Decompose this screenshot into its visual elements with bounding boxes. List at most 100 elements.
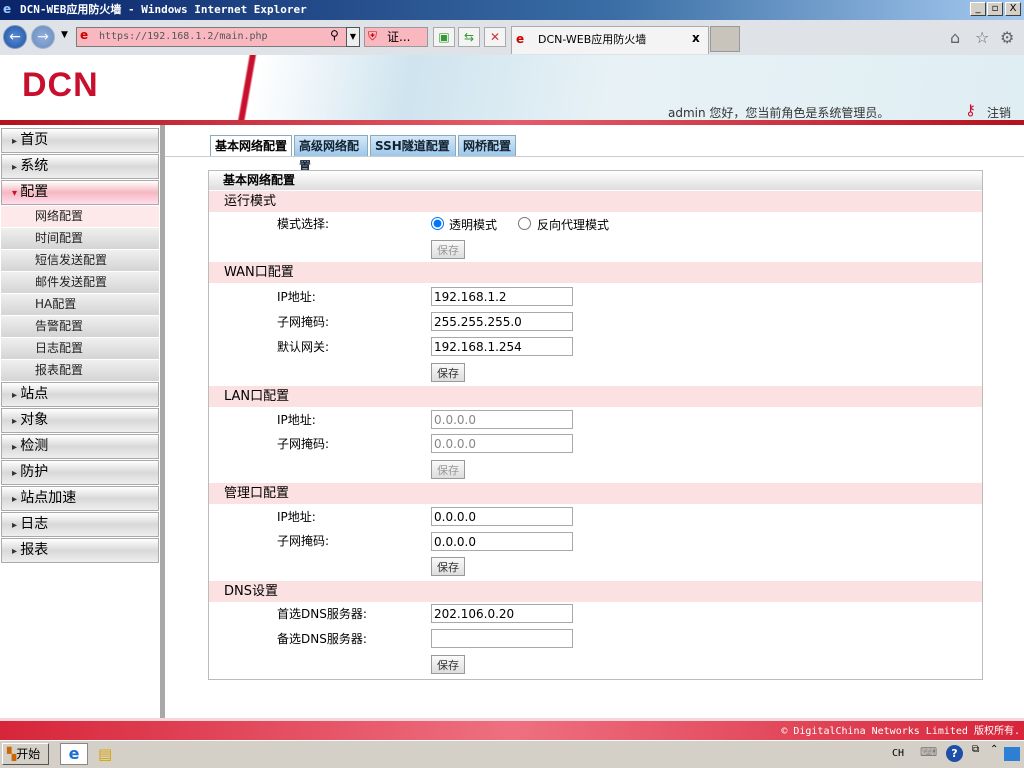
sidebar-item-label: 站点加速 bbox=[20, 490, 77, 506]
radio-transparent[interactable] bbox=[431, 217, 444, 230]
caret-right-icon: ▸ bbox=[12, 162, 21, 173]
address-bar[interactable]: https://192.168.1.2/main.php bbox=[76, 27, 360, 47]
mgmt-mask-input[interactable] bbox=[431, 532, 573, 551]
sidebar-item-bottom-4[interactable]: ▸ 站点加速 bbox=[1, 486, 159, 511]
mgmt-save-button[interactable]: 保存 bbox=[431, 557, 465, 576]
key-icon[interactable]: ⚷ bbox=[965, 101, 976, 119]
sidebar-item-bottom-2[interactable]: ▸ 检测 bbox=[1, 434, 159, 459]
tray-expand-icon[interactable]: ⌃ bbox=[990, 744, 998, 755]
keyboard-icon[interactable]: ⌨ bbox=[920, 745, 937, 759]
caret-right-icon: ▸ bbox=[12, 546, 21, 557]
sidebar-item-label: 站点 bbox=[20, 386, 49, 402]
mgmt-mask-label: 子网掩码: bbox=[277, 534, 330, 548]
caret-right-icon: ▸ bbox=[12, 416, 21, 427]
sidebar-subitem-6[interactable]: 日志配置 bbox=[1, 338, 159, 359]
sidebar-item-bottom-3[interactable]: ▸ 防护 bbox=[1, 460, 159, 485]
wan-save-button[interactable]: 保存 bbox=[431, 363, 465, 382]
sidebar-item-label: 日志 bbox=[20, 516, 49, 532]
new-tab-button[interactable] bbox=[710, 26, 740, 52]
mode-label: 模式选择: bbox=[277, 217, 330, 231]
stop-icon[interactable]: ✕ bbox=[484, 27, 506, 47]
greeting-text: admin 您好，您当前角色是系统管理员。 bbox=[668, 106, 890, 120]
tab-divider bbox=[165, 156, 1024, 157]
dns1-label: 首选DNS服务器: bbox=[277, 607, 367, 621]
lan-ip-input[interactable] bbox=[431, 410, 573, 429]
explorer-folder-icon[interactable]: ▤ bbox=[98, 745, 112, 763]
panel-title: 基本网络配置 bbox=[209, 171, 982, 190]
start-button[interactable]: ▚开始 bbox=[2, 743, 49, 765]
forward-button[interactable]: → bbox=[31, 25, 55, 49]
sidebar-item-bottom-6[interactable]: ▸ 报表 bbox=[1, 538, 159, 563]
header-swoosh bbox=[232, 55, 262, 121]
minimize-button[interactable]: _ bbox=[970, 2, 986, 16]
dns-save-button[interactable]: 保存 bbox=[431, 655, 465, 674]
wan-gateway-input[interactable] bbox=[431, 337, 573, 356]
mgmt-ip-label: IP地址: bbox=[277, 510, 316, 524]
mgmt-ip-input[interactable] bbox=[431, 507, 573, 526]
sidebar-subitem-3[interactable]: 邮件发送配置 bbox=[1, 272, 159, 293]
footer: © DigitalChina Networks Limited 版权所有. bbox=[0, 718, 1024, 740]
sidebar-item-bottom-5[interactable]: ▸ 日志 bbox=[1, 512, 159, 537]
radio-transparent-label: 透明模式 bbox=[449, 218, 498, 232]
tab-0[interactable]: 基本网络配置 bbox=[210, 135, 292, 157]
home-icon[interactable]: ⌂ bbox=[950, 28, 960, 47]
lan-save-button[interactable]: 保存 bbox=[431, 460, 465, 479]
section-mode: 运行模式 bbox=[209, 191, 982, 212]
tab-3[interactable]: 网桥配置 bbox=[458, 135, 516, 157]
sidebar-subitem-4[interactable]: HA配置 bbox=[1, 294, 159, 315]
sidebar-item-bottom-0[interactable]: ▸ 站点 bbox=[1, 382, 159, 407]
caret-right-icon: ▸ bbox=[12, 494, 21, 505]
sidebar-item-bottom-1[interactable]: ▸ 对象 bbox=[1, 408, 159, 433]
favorites-star-icon[interactable]: ☆ bbox=[975, 28, 989, 47]
gear-icon[interactable]: ⚙ bbox=[1000, 28, 1014, 47]
logout-link[interactable]: 注销 bbox=[987, 104, 1011, 121]
browser-tab[interactable]: DCN-WEB应用防火墙 bbox=[511, 26, 709, 54]
dns1-input[interactable] bbox=[431, 604, 573, 623]
desktop-icon[interactable] bbox=[1004, 747, 1020, 761]
wan-mask-input[interactable] bbox=[431, 312, 573, 331]
sidebar-item-top-0[interactable]: ▸ 首页 bbox=[1, 128, 159, 153]
sidebar-item-label: 首页 bbox=[20, 132, 49, 148]
dns2-input[interactable] bbox=[431, 629, 573, 648]
ie-taskbar-icon[interactable]: e bbox=[60, 743, 88, 765]
tab-1[interactable]: 高级网络配置 bbox=[294, 135, 368, 173]
compat-view-icon[interactable]: ▣ bbox=[433, 27, 455, 47]
sidebar-item-top-2[interactable]: ▾ 配置 bbox=[1, 180, 159, 205]
sidebar-subitem-2[interactable]: 短信发送配置 bbox=[1, 250, 159, 271]
sidebar-subitem-1[interactable]: 时间配置 bbox=[1, 228, 159, 249]
maximize-button[interactable]: ▫ bbox=[987, 2, 1003, 16]
search-icon[interactable]: ⚲ bbox=[330, 28, 339, 42]
tab-favicon: e bbox=[516, 32, 525, 46]
restore-icon[interactable]: ⧉ bbox=[972, 744, 979, 755]
sidebar-subitem-0[interactable]: 网络配置 bbox=[1, 206, 159, 227]
section-mgmt: 管理口配置 bbox=[209, 483, 982, 504]
sidebar-item-label: 报表 bbox=[20, 542, 49, 558]
history-dropdown-icon[interactable]: ▼ bbox=[61, 30, 68, 40]
dcn-logo: DCN bbox=[22, 66, 99, 104]
tab-close-button[interactable]: x bbox=[692, 31, 700, 45]
section-lan: LAN口配置 bbox=[209, 386, 982, 407]
back-button[interactable]: ← bbox=[3, 25, 27, 49]
sidebar-item-label: 配置 bbox=[20, 184, 49, 200]
sidebar-subitem-7[interactable]: 报表配置 bbox=[1, 360, 159, 381]
lan-ip-label: IP地址: bbox=[277, 413, 316, 427]
caret-right-icon: ▸ bbox=[12, 520, 21, 531]
caret-down-icon: ▾ bbox=[12, 188, 21, 199]
shield-error-icon: ⛨ bbox=[368, 29, 378, 43]
sidebar-item-label: 对象 bbox=[20, 412, 49, 428]
refresh-icon[interactable]: ⇆ bbox=[458, 27, 480, 47]
sidebar-subitem-5[interactable]: 告警配置 bbox=[1, 316, 159, 337]
help-icon[interactable]: ? bbox=[946, 745, 963, 762]
address-dropdown[interactable]: ▼ bbox=[346, 27, 360, 47]
language-indicator[interactable]: CH bbox=[892, 748, 904, 759]
window-title-bar: DCN-WEB应用防火墙 - Windows Internet Explorer bbox=[0, 0, 1024, 20]
close-window-button[interactable]: X bbox=[1005, 2, 1021, 16]
lan-mask-input[interactable] bbox=[431, 434, 573, 453]
mode-save-button[interactable]: 保存 bbox=[431, 240, 465, 259]
radio-reverse-proxy-label: 反向代理模式 bbox=[537, 218, 610, 232]
sidebar-item-top-1[interactable]: ▸ 系统 bbox=[1, 154, 159, 179]
sidebar-splitter[interactable] bbox=[160, 125, 165, 718]
tab-2[interactable]: SSH隧道配置 bbox=[370, 135, 456, 157]
radio-reverse-proxy[interactable] bbox=[518, 217, 531, 230]
wan-ip-input[interactable] bbox=[431, 287, 573, 306]
